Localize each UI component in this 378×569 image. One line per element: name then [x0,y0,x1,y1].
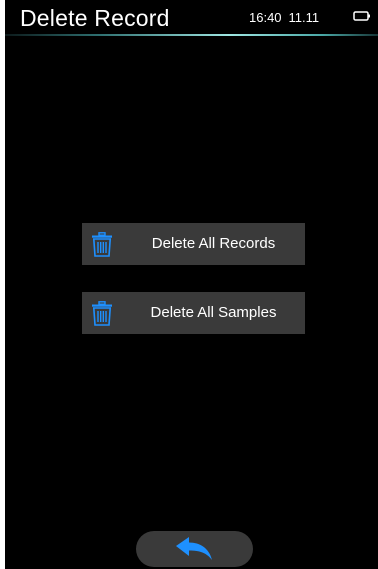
header-divider [5,34,378,36]
trash-icon [92,232,112,257]
trash-icon [92,301,112,326]
delete-all-records-button[interactable]: Delete All Records [82,223,305,265]
clock-date: 11.11 [288,10,320,25]
delete-all-records-label: Delete All Records [151,235,276,252]
status-readout: 16:40 11.11 [249,9,319,27]
delete-all-samples-button[interactable]: Delete All Samples [82,292,305,334]
battery-icon [353,11,370,21]
header-bar: Delete Record 16:40 11.11 [5,0,378,36]
device-screen: Delete Record 16:40 11.11 Delete All Reco… [5,0,378,569]
page-title: Delete Record [20,5,170,31]
delete-all-samples-label: Delete All Samples [150,304,277,321]
clock-time: 16:40 [249,10,282,25]
back-button[interactable] [136,531,253,567]
back-arrow-icon [176,537,212,560]
